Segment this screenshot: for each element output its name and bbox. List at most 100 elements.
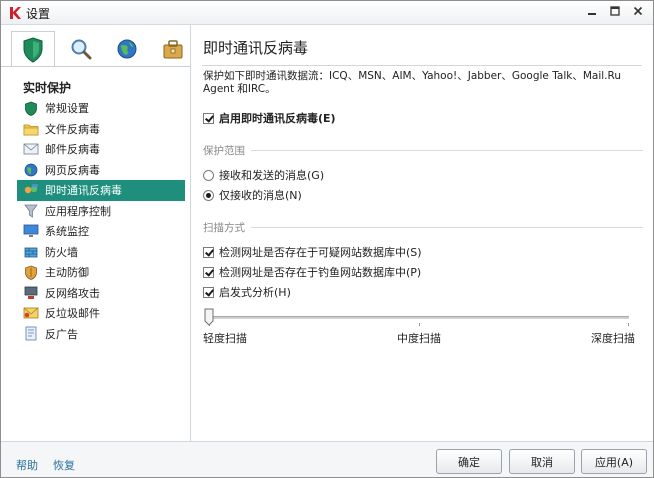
checkbox-box[interactable] [203,286,214,298]
network-attack-icon [23,285,39,301]
green-shield-icon [23,100,39,116]
sidebar-heading: 实时保护 [23,81,72,95]
sidebar-tabs [11,31,189,67]
kaspersky-logo-icon [10,7,21,19]
sidebar-item-file-antivirus[interactable]: 文件反病毒 [17,119,185,140]
radio-label: 仅接收的消息(N) [219,189,302,202]
scope-incoming-outgoing-radio[interactable]: 接收和发送的消息(G) [203,167,324,183]
magnifier-icon [71,39,92,60]
sidebar-item-general[interactable]: 常规设置 [17,98,185,119]
group-title: 扫描方式 [203,222,245,234]
sidebar: 实时保护 常规设置 文件反病毒 邮件反病毒 网页反病毒 即时通讯反病毒 应用程序… [1,25,191,441]
sidebar-item-anti-banner[interactable]: 反广告 [17,324,185,345]
slider-tick [419,323,420,326]
sidebar-item-label: 反广告 [45,327,78,341]
radio-circle[interactable] [203,189,214,201]
slider-thumb[interactable] [204,308,214,326]
globe-icon [117,39,137,59]
close-icon [633,6,642,15]
sidebar-item-app-control[interactable]: 应用程序控制 [17,201,185,222]
document-icon [23,326,39,342]
tab-divider [1,66,191,67]
sidebar-item-label: 应用程序控制 [45,204,111,218]
maximize-icon [609,5,620,16]
heuristic-analysis-checkbox[interactable]: 启发式分析(H) [203,284,291,300]
group-divider [251,150,643,151]
cancel-button[interactable]: 取消 [509,449,575,474]
sidebar-item-label: 邮件反病毒 [45,143,100,157]
help-link[interactable]: 帮助 [16,457,38,473]
sidebar-item-mail-antivirus[interactable]: 邮件反病毒 [17,139,185,160]
enable-im-antivirus-checkbox[interactable]: 启用即时通讯反病毒(E) [203,110,336,126]
scan-level-light-label: 轻度扫描 [203,332,247,345]
checkbox-label: 检测网址是否存在于钓鱼网站数据库中(P) [219,266,422,279]
sidebar-item-label: 防火墙 [45,245,78,259]
envelope-icon [23,141,39,157]
scan-level-medium-label: 中度扫描 [397,332,441,345]
close-button[interactable] [626,2,649,19]
scan-level-slider[interactable] [204,308,629,328]
check-phishing-urls-checkbox[interactable]: 检测网址是否存在于钓鱼网站数据库中(P) [203,264,421,280]
sidebar-item-system-watcher[interactable]: 系统监控 [17,221,185,242]
sidebar-item-label: 反垃圾邮件 [45,307,100,321]
main-panel: 即时通讯反病毒 保护如下即时通讯数据流：ICQ、MSN、AIM、Yahoo!、J… [192,25,653,441]
radio-label: 接收和发送的消息(G) [219,169,325,182]
sidebar-item-anti-spam[interactable]: 反垃圾邮件 [17,303,185,324]
maximize-button[interactable] [603,2,626,19]
checkbox-label: 检测网址是否存在于可疑网站数据库中(S) [219,246,422,259]
firewall-icon [23,244,39,260]
checkbox-label: 启发式分析(H) [219,286,291,299]
folder-icon [23,121,39,137]
tab-tools[interactable] [151,31,195,67]
protection-scope-header: 保护范围 [203,143,643,158]
group-title: 保护范围 [203,145,245,157]
ok-button[interactable]: 确定 [436,449,502,474]
sidebar-nav: 常规设置 文件反病毒 邮件反病毒 网页反病毒 即时通讯反病毒 应用程序控制 系统… [17,98,185,344]
funnel-icon [23,203,39,219]
sidebar-item-label: 文件反病毒 [45,122,100,136]
tab-protection[interactable] [11,31,55,67]
checkbox-label: 启用即时通讯反病毒(E) [219,112,336,125]
window-controls [580,2,649,19]
scope-incoming-only-radio[interactable]: 仅接收的消息(N) [203,187,302,203]
check-suspicious-urls-checkbox[interactable]: 检测网址是否存在于可疑网站数据库中(S) [203,244,422,260]
scan-level-deep-label: 深度扫描 [591,332,635,345]
sidebar-item-label: 即时通讯反病毒 [45,184,122,198]
slider-track[interactable] [209,316,629,319]
sidebar-item-web-antivirus[interactable]: 网页反病毒 [17,160,185,181]
scan-methods-header: 扫描方式 [203,220,643,235]
page-title: 即时通讯反病毒 [203,39,309,57]
radio-circle[interactable] [203,169,214,181]
group-divider [251,227,643,228]
shield-icon [23,36,43,63]
chat-icon [23,182,39,198]
sidebar-item-label: 网页反病毒 [45,163,100,177]
sidebar-item-firewall[interactable]: 防火墙 [17,242,185,263]
title-bar: 设置 [1,1,653,25]
sidebar-item-label: 系统监控 [45,225,89,239]
tab-update[interactable] [105,31,149,67]
sidebar-item-proactive-defense[interactable]: 主动防御 [17,262,185,283]
checkbox-box[interactable] [203,246,214,258]
minimize-button[interactable] [580,2,603,19]
window-title: 设置 [26,7,51,21]
sidebar-item-network-attack-blocker[interactable]: 反网络攻击 [17,283,185,304]
toolbox-icon [163,40,183,59]
checkbox-box[interactable] [203,266,214,278]
checkbox-box[interactable] [203,112,214,124]
shield-icon [23,264,39,280]
sidebar-item-label: 反网络攻击 [45,286,100,300]
footer-bar: 帮助 恢复 确定 取消 应用(A) [1,441,653,477]
slider-tick [628,323,629,326]
description-text: 保护如下即时通讯数据流：ICQ、MSN、AIM、Yahoo!、Jabber、Go… [203,70,621,95]
sidebar-item-label: 主动防御 [45,266,89,280]
sidebar-item-im-antivirus[interactable]: 即时通讯反病毒 [17,180,185,201]
sidebar-item-label: 常规设置 [45,102,89,116]
spam-envelope-icon [23,305,39,321]
title-divider [202,65,642,66]
apply-button[interactable]: 应用(A) [581,449,647,474]
tab-scan[interactable] [59,31,103,67]
restore-link[interactable]: 恢复 [53,457,75,473]
settings-window: 设置 实时保护 常规设置 文件反病毒 邮件反病毒 网页反病毒 即时通讯反病毒 应… [0,0,654,478]
globe-icon [23,162,39,178]
